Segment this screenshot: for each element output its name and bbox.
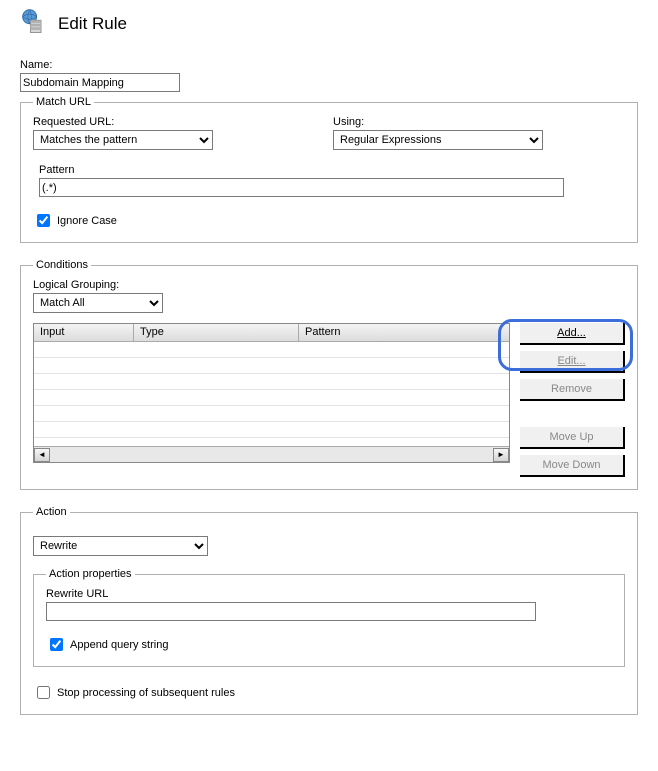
using-label: Using: bbox=[333, 116, 543, 128]
table-row bbox=[34, 358, 509, 374]
col-pattern[interactable]: Pattern bbox=[299, 324, 509, 341]
stop-processing-label: Stop processing of subsequent rules bbox=[57, 687, 235, 699]
requested-url-label: Requested URL: bbox=[33, 116, 213, 128]
name-field: Name: bbox=[20, 59, 638, 92]
requested-url-select[interactable]: Matches the pattern bbox=[33, 130, 213, 150]
scroll-right-icon[interactable]: ► bbox=[493, 448, 509, 462]
action-properties-legend: Action properties bbox=[46, 568, 135, 580]
table-row bbox=[34, 342, 509, 358]
rewrite-url-label: Rewrite URL bbox=[46, 588, 612, 600]
pattern-label: Pattern bbox=[39, 164, 625, 176]
ignore-case-label: Ignore Case bbox=[57, 215, 117, 227]
using-select[interactable]: Regular Expressions bbox=[333, 130, 543, 150]
ignore-case-checkbox[interactable] bbox=[37, 214, 50, 227]
table-row bbox=[34, 390, 509, 406]
match-url-legend: Match URL bbox=[33, 96, 94, 108]
scroll-left-icon[interactable]: ◄ bbox=[34, 448, 50, 462]
rewrite-url-input[interactable] bbox=[46, 602, 536, 621]
remove-condition-button[interactable]: Remove bbox=[520, 379, 625, 401]
action-properties-group: Action properties Rewrite URL Append que… bbox=[33, 568, 625, 667]
page-title: Edit Rule bbox=[58, 14, 127, 34]
append-query-checkbox[interactable] bbox=[50, 638, 63, 651]
conditions-legend: Conditions bbox=[33, 259, 91, 271]
conditions-rows bbox=[34, 342, 509, 446]
conditions-table[interactable]: Input Type Pattern ◄ ► bbox=[33, 323, 510, 463]
conditions-table-header: Input Type Pattern bbox=[34, 324, 509, 342]
move-up-button[interactable]: Move Up bbox=[520, 427, 625, 449]
stop-processing-checkbox[interactable] bbox=[37, 686, 50, 699]
table-row bbox=[34, 422, 509, 438]
action-legend: Action bbox=[33, 506, 70, 518]
table-row bbox=[34, 406, 509, 422]
move-down-button[interactable]: Move Down bbox=[520, 455, 625, 477]
action-group: Action Rewrite Action properties Rewrite… bbox=[20, 506, 638, 715]
match-url-group: Match URL Requested URL: Matches the pat… bbox=[20, 96, 638, 243]
server-globe-icon bbox=[20, 8, 48, 39]
action-type-select[interactable]: Rewrite bbox=[33, 536, 208, 556]
conditions-group: Conditions Logical Grouping: Match All I… bbox=[20, 259, 638, 490]
table-row bbox=[34, 374, 509, 390]
pattern-input[interactable] bbox=[39, 178, 564, 197]
page-header: Edit Rule bbox=[20, 8, 638, 39]
append-query-label: Append query string bbox=[70, 639, 168, 651]
add-condition-button[interactable]: Add... bbox=[520, 323, 625, 345]
logical-grouping-label: Logical Grouping: bbox=[33, 279, 625, 291]
conditions-buttons: Add... Edit... Remove Move Up Move Down bbox=[520, 323, 625, 477]
col-type[interactable]: Type bbox=[134, 324, 299, 341]
name-input[interactable] bbox=[20, 73, 180, 92]
name-label: Name: bbox=[20, 59, 638, 71]
edit-condition-button[interactable]: Edit... bbox=[520, 351, 625, 373]
table-row bbox=[34, 438, 509, 446]
col-input[interactable]: Input bbox=[34, 324, 134, 341]
logical-grouping-select[interactable]: Match All bbox=[33, 293, 163, 313]
horizontal-scrollbar[interactable]: ◄ ► bbox=[34, 446, 509, 462]
